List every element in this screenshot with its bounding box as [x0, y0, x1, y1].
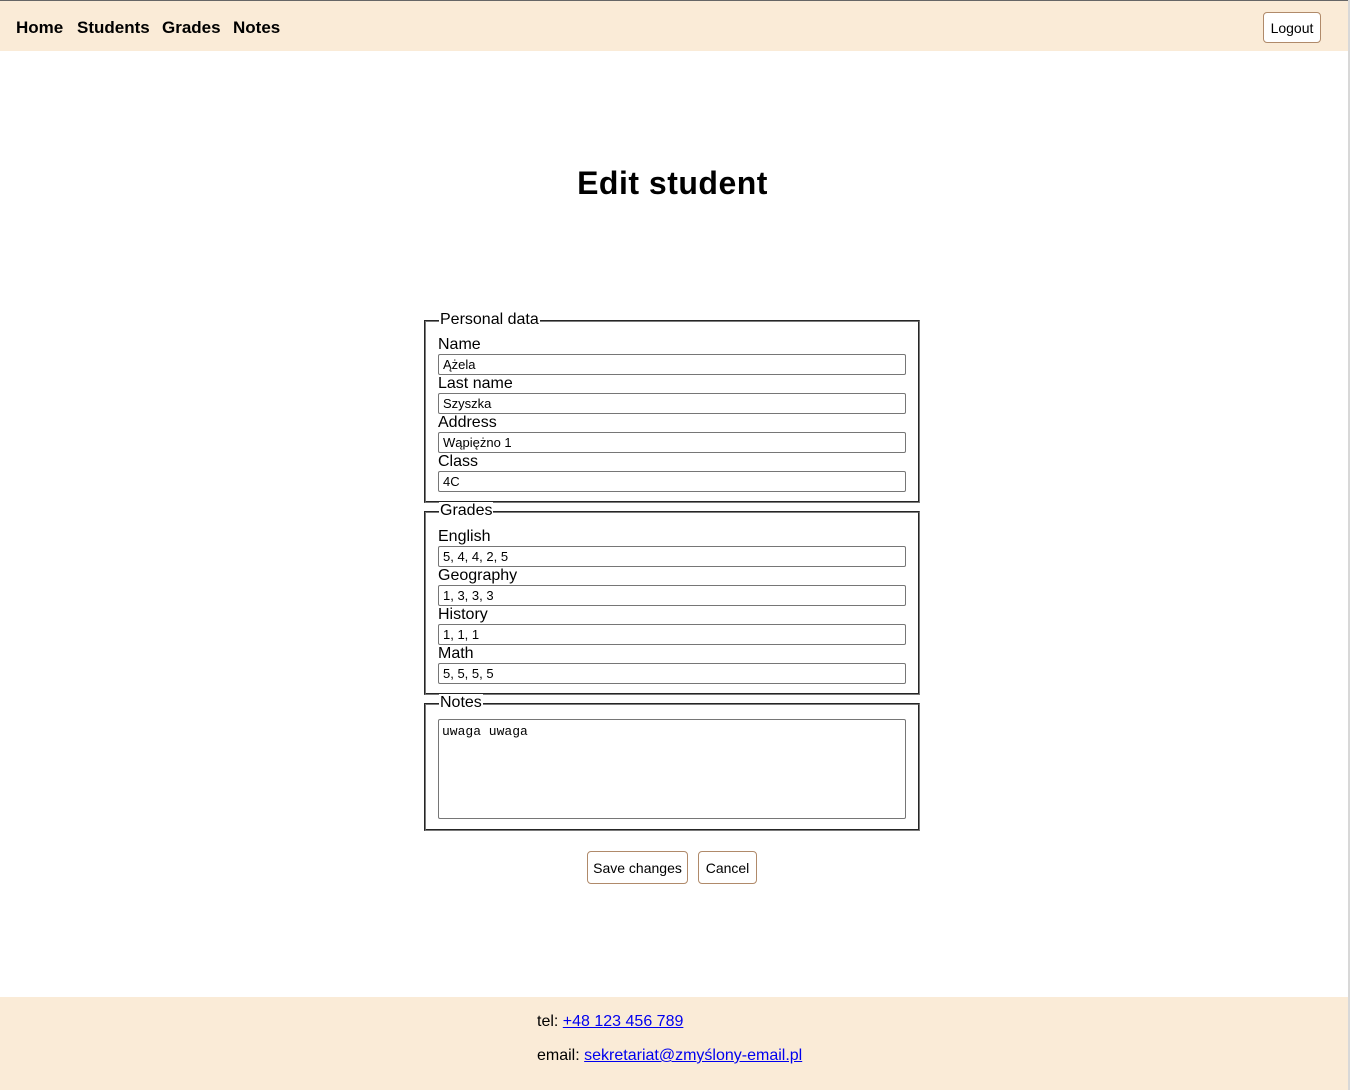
nav-students-link[interactable]: Students — [77, 18, 150, 38]
notes-textarea[interactable]: uwaga uwaga — [438, 719, 906, 819]
english-label: English — [438, 528, 491, 545]
email-label: email: — [537, 1047, 580, 1064]
notes-fieldset: Notes uwaga uwaga — [424, 694, 920, 831]
logout-button[interactable]: Logout — [1263, 12, 1321, 43]
notes-legend: Notes — [439, 694, 483, 712]
footer-email-line: email: sekretariat@zmyślony-email.pl — [537, 1046, 802, 1066]
save-changes-button[interactable]: Save changes — [587, 851, 688, 884]
tel-label: tel: — [537, 1013, 559, 1030]
history-label: History — [438, 606, 488, 623]
geography-grades-input[interactable] — [438, 585, 906, 606]
email-link[interactable]: sekretariat@zmyślony-email.pl — [584, 1047, 802, 1064]
tel-link[interactable]: +48 123 456 789 — [563, 1013, 684, 1030]
cancel-button[interactable]: Cancel — [698, 851, 757, 884]
personal-data-fieldset: Personal data Name Last name Address Cla… — [424, 311, 920, 503]
grades-legend: Grades — [439, 502, 494, 520]
address-label: Address — [438, 414, 497, 431]
last-name-input[interactable] — [438, 393, 906, 414]
class-input[interactable] — [438, 471, 906, 492]
nav-notes-link[interactable]: Notes — [233, 18, 280, 38]
last-name-label: Last name — [438, 375, 513, 392]
nav-grades-link[interactable]: Grades — [162, 18, 221, 38]
name-input[interactable] — [438, 354, 906, 375]
address-input[interactable] — [438, 432, 906, 453]
footer: tel: +48 123 456 789 email: sekretariat@… — [0, 997, 1348, 1090]
geography-label: Geography — [438, 567, 518, 584]
nav-home-link[interactable]: Home — [16, 18, 63, 38]
math-grades-input[interactable] — [438, 663, 906, 684]
history-grades-input[interactable] — [438, 624, 906, 645]
footer-tel-line: tel: +48 123 456 789 — [537, 1012, 683, 1032]
english-grades-input[interactable] — [438, 546, 906, 567]
name-label: Name — [438, 336, 481, 353]
personal-data-legend: Personal data — [439, 311, 540, 329]
top-navbar: Home Students Grades Notes Logout — [0, 0, 1350, 51]
grades-fieldset: Grades English Geography History Math — [424, 502, 920, 695]
page-title: Edit student — [577, 165, 768, 201]
math-label: Math — [438, 645, 474, 662]
class-label: Class — [438, 453, 479, 470]
